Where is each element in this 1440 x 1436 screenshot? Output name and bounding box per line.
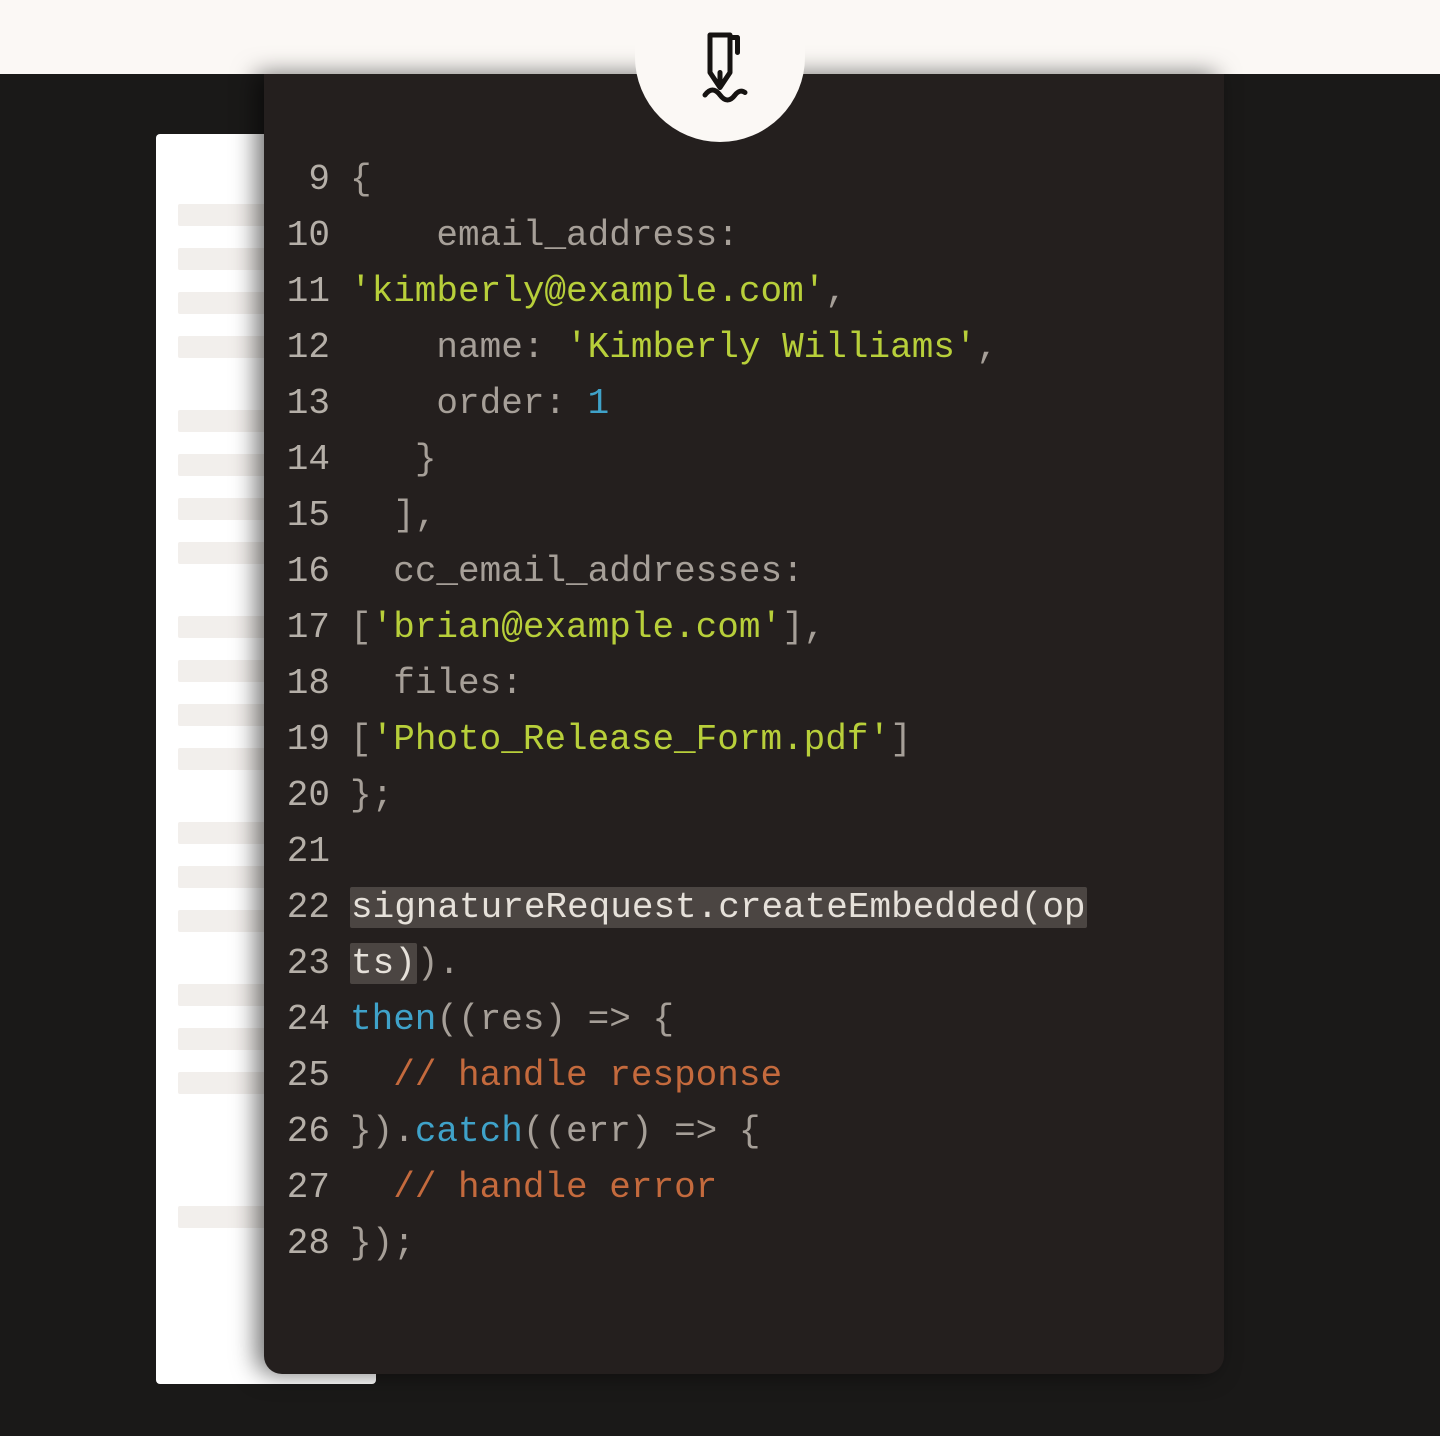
code-line[interactable]: 20}; (264, 768, 1224, 824)
code-token: } (350, 439, 436, 480)
code-token: cc_email_addresses: (350, 551, 825, 592)
code-line[interactable]: 16 cc_email_addresses: (264, 544, 1224, 600)
code-line[interactable]: 26}).catch((err) => { (264, 1104, 1224, 1160)
code-token: ((err) => { (523, 1111, 761, 1152)
line-number: 14 (264, 432, 350, 488)
code-line-content[interactable]: // handle error (350, 1160, 1224, 1216)
line-number: 27 (264, 1160, 350, 1216)
code-token: { (350, 159, 372, 200)
line-number: 28 (264, 1216, 350, 1272)
code-line[interactable]: 18 files: (264, 656, 1224, 712)
code-line-content[interactable]: 'kimberly@example.com', (350, 264, 1224, 320)
code-token: order: (350, 383, 588, 424)
code-token: signatureRequest.createEmbedded(op (350, 887, 1087, 928)
code-line-content[interactable]: }).catch((err) => { (350, 1104, 1224, 1160)
line-number: 19 (264, 712, 350, 768)
code-line-content[interactable]: ['brian@example.com'], (350, 600, 1224, 656)
line-number: 26 (264, 1104, 350, 1160)
line-number: 9 (264, 152, 350, 208)
code-line-content[interactable]: ], (350, 488, 1224, 544)
code-token: // handle response (350, 1055, 782, 1096)
line-number: 13 (264, 376, 350, 432)
line-number: 21 (264, 824, 350, 880)
code-token: 'Kimberly Williams' (566, 327, 976, 368)
line-number: 24 (264, 992, 350, 1048)
code-line[interactable]: 19['Photo_Release_Form.pdf'] (264, 712, 1224, 768)
code-token: }); (350, 1223, 415, 1264)
line-number: 10 (264, 208, 350, 264)
code-token: 'brian@example.com' (372, 607, 782, 648)
code-token: ((res) => { (436, 999, 674, 1040)
code-token: 1 (588, 383, 610, 424)
code-token: ts) (350, 943, 417, 984)
code-line[interactable]: 28}); (264, 1216, 1224, 1272)
pen-signature-icon (680, 47, 760, 110)
code-line-content[interactable]: name: 'Kimberly Williams', (350, 320, 1224, 376)
code-token: [ (350, 607, 372, 648)
line-number: 23 (264, 936, 350, 992)
code-token (350, 831, 372, 872)
code-line[interactable]: 25 // handle response (264, 1048, 1224, 1104)
code-line[interactable]: 27 // handle error (264, 1160, 1224, 1216)
code-line-content[interactable]: }); (350, 1216, 1224, 1272)
code-line-content[interactable]: signatureRequest.createEmbedded(op (350, 880, 1224, 936)
code-line[interactable]: 17['brian@example.com'], (264, 600, 1224, 656)
code-line-content[interactable]: }; (350, 768, 1224, 824)
stage: 9{10 email_address: 11'kimberly@example.… (0, 0, 1440, 1436)
line-number: 12 (264, 320, 350, 376)
line-number: 16 (264, 544, 350, 600)
code-token: ], (782, 607, 825, 648)
code-token: ] (890, 719, 912, 760)
code-line[interactable]: 11'kimberly@example.com', (264, 264, 1224, 320)
code-area[interactable]: 9{10 email_address: 11'kimberly@example.… (264, 152, 1224, 1272)
code-token: // handle error (350, 1167, 717, 1208)
code-token: then (350, 999, 436, 1040)
code-token: ). (417, 943, 460, 984)
code-line-content[interactable]: then((res) => { (350, 992, 1224, 1048)
line-number: 18 (264, 656, 350, 712)
code-line-content[interactable]: ['Photo_Release_Form.pdf'] (350, 712, 1224, 768)
code-token: name: (350, 327, 566, 368)
code-line[interactable]: 21 (264, 824, 1224, 880)
code-line-content[interactable]: email_address: (350, 208, 1224, 264)
code-line[interactable]: 23ts)). (264, 936, 1224, 992)
code-line[interactable]: 9{ (264, 152, 1224, 208)
code-line[interactable]: 12 name: 'Kimberly Williams', (264, 320, 1224, 376)
code-line-content[interactable]: order: 1 (350, 376, 1224, 432)
code-token: catch (415, 1111, 523, 1152)
line-number: 17 (264, 600, 350, 656)
code-token: files: (350, 663, 544, 704)
code-token: , (825, 271, 847, 312)
code-line[interactable]: 10 email_address: (264, 208, 1224, 264)
code-token: 'kimberly@example.com' (350, 271, 825, 312)
code-line[interactable]: 22signatureRequest.createEmbedded(op (264, 880, 1224, 936)
code-editor-panel[interactable]: 9{10 email_address: 11'kimberly@example.… (264, 74, 1224, 1374)
line-number: 25 (264, 1048, 350, 1104)
code-token: [ (350, 719, 372, 760)
code-token: }). (350, 1111, 415, 1152)
code-line-content[interactable]: cc_email_addresses: (350, 544, 1224, 600)
line-number: 20 (264, 768, 350, 824)
code-line-content[interactable]: // handle response (350, 1048, 1224, 1104)
code-line-content[interactable]: files: (350, 656, 1224, 712)
code-token: , (977, 327, 999, 368)
line-number: 22 (264, 880, 350, 936)
code-line-content[interactable]: ts)). (350, 936, 1224, 992)
line-number: 11 (264, 264, 350, 320)
code-line[interactable]: 13 order: 1 (264, 376, 1224, 432)
code-line-content[interactable] (350, 824, 1224, 880)
code-token: email_address: (350, 215, 760, 256)
code-token: 'Photo_Release_Form.pdf' (372, 719, 890, 760)
code-token: ], (350, 495, 436, 536)
code-line-content[interactable]: } (350, 432, 1224, 488)
code-token: }; (350, 775, 393, 816)
code-line[interactable]: 15 ], (264, 488, 1224, 544)
line-number: 15 (264, 488, 350, 544)
code-line[interactable]: 14 } (264, 432, 1224, 488)
code-line-content[interactable]: { (350, 152, 1224, 208)
code-line[interactable]: 24then((res) => { (264, 992, 1224, 1048)
